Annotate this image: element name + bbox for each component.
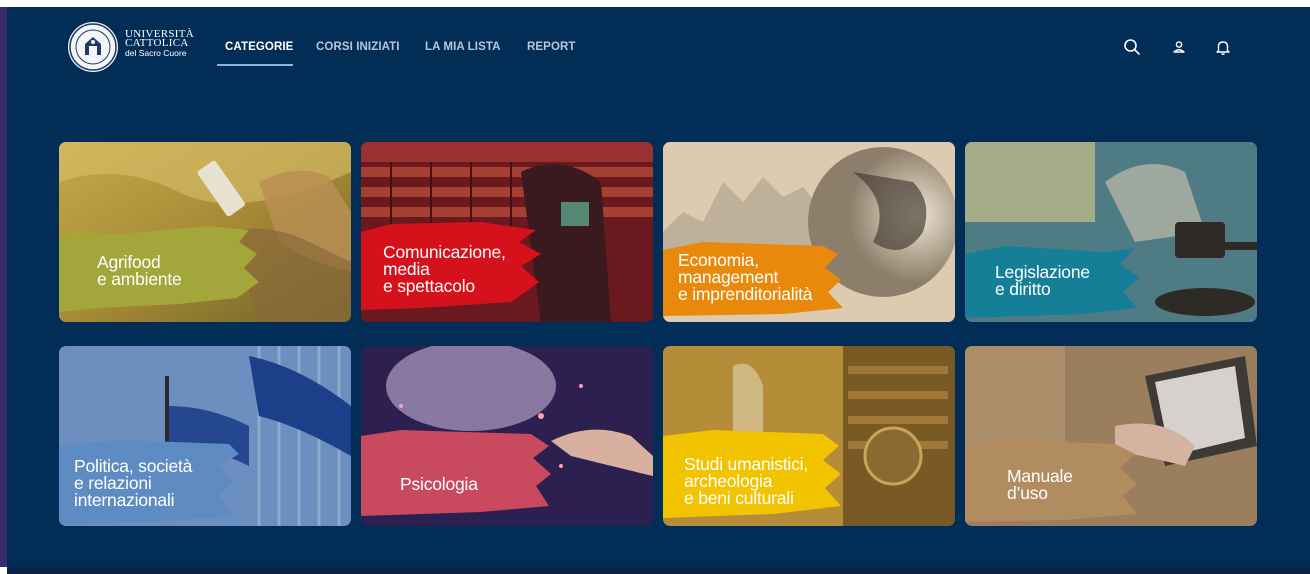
brand-wordmark[interactable]: UNIVERSITÀ CATTOLICA del Sacro Cuore xyxy=(125,29,194,58)
brand-line-2: CATTOLICA xyxy=(125,37,189,49)
category-card-psicologia[interactable]: Psicologia xyxy=(361,346,653,526)
nav-tab-report[interactable]: REPORT xyxy=(527,41,576,53)
nav-tab-la-mia-lista[interactable]: LA MIA LISTA xyxy=(425,41,501,53)
search-icon[interactable] xyxy=(1123,38,1141,56)
bell-icon[interactable] xyxy=(1214,38,1232,56)
category-label: Legislazione e diritto xyxy=(995,262,1090,299)
category-card-economia[interactable]: Economia, management e imprenditorialità xyxy=(663,142,955,322)
psicologia-photo xyxy=(361,346,653,526)
category-label: Comunicazione, media e spettacolo xyxy=(383,242,506,296)
category-label: Economia, management e imprenditorialità xyxy=(678,250,813,304)
category-card-politica[interactable]: Politica, società e relazioni internaziona… xyxy=(59,346,351,526)
active-tab-indicator xyxy=(217,64,293,66)
bottom-strip xyxy=(7,567,1310,574)
category-card-legislazione[interactable]: Legislazione e diritto xyxy=(965,142,1257,322)
category-card-comunicazione[interactable]: Comunicazione, media e spettacolo xyxy=(361,142,653,322)
category-card-manuale-uso[interactable]: Manuale d’uso xyxy=(965,346,1257,526)
window-edge xyxy=(0,7,7,567)
screen: UNIVERSITÀ CATTOLICA del Sacro Cuore CAT… xyxy=(0,0,1310,574)
category-card-agrifood[interactable]: Agrifood e ambiente xyxy=(59,142,351,322)
nav-tab-corsi-iniziati[interactable]: CORSI INIZIATI xyxy=(316,41,400,53)
category-label: Manuale d’uso xyxy=(1007,466,1073,503)
user-icon[interactable] xyxy=(1170,38,1188,56)
agrifood-photo xyxy=(59,142,351,322)
category-label: Studi umanistici, archeologia e beni cultu… xyxy=(684,454,809,508)
brand-line-3: del Sacro Cuore xyxy=(125,48,187,58)
university-seal-logo[interactable] xyxy=(68,22,118,72)
category-card-studi-umanistici[interactable]: Studi umanistici, archeologia e beni cultu… xyxy=(663,346,955,526)
nav-tab-categorie[interactable]: CATEGORIE xyxy=(225,41,293,53)
category-label: Psicologia xyxy=(400,474,478,494)
category-label: Agrifood e ambiente xyxy=(97,252,182,289)
category-label: Politica, società e relazioni internaziona… xyxy=(74,456,193,510)
